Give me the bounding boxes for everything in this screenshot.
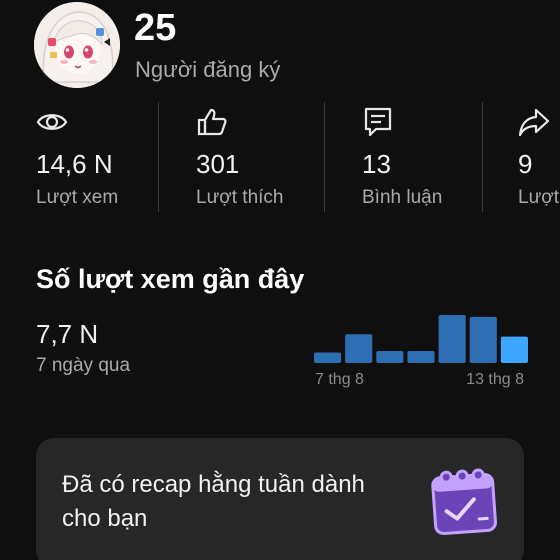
stat-label: Lượt xem [36,187,119,208]
chart-bar [376,351,404,363]
stat-label: Lượt chia sẻ [518,187,560,208]
channel-avatar[interactable] [34,2,120,88]
chart-bar [469,316,497,363]
comment-icon [364,107,392,137]
chart-bar [407,351,435,363]
channel-analytics-screen: 25 Người đăng ký 14,6 N Lượt xem 301 Lượ… [0,0,560,560]
stat-label: Bình luận [362,187,443,208]
recent-views-title: Số lượt xem gần đây [36,264,305,294]
thumbs-up-icon [197,108,227,136]
chart-bar [500,336,528,363]
share-icon [518,108,550,137]
recent-views-chart[interactable]: 7 thg 8 13 thg 8 [314,306,528,388]
subscriber-count: 25 [134,7,177,49]
recent-views-value: 7,7 N [36,319,99,349]
stat-divider [158,102,159,212]
chart-bar [438,315,466,363]
stat-views[interactable]: 14,6 N Lượt xem [36,100,156,212]
anime-avatar-icon [34,2,120,88]
stat-label: Lượt thích [196,187,284,208]
stat-value: 9 [518,149,533,179]
eye-icon [36,114,68,130]
weekly-calendar-icon [431,468,497,535]
x-tick-label: 13 thg 8 [466,371,524,388]
x-tick-label: 7 thg 8 [315,371,364,388]
recent-views-period: 7 ngày qua [36,355,131,376]
weekly-recap-card[interactable]: Đã có recap hằng tuần dành cho bạn [36,438,524,560]
stat-divider [324,102,325,212]
stat-comments[interactable]: 13 Bình luận [362,100,482,212]
stats-row: 14,6 N Lượt xem 301 Lượt thích 13 Bình l… [0,100,560,212]
stat-shares[interactable]: 9 Lượt chia sẻ [518,100,560,212]
stat-value: 14,6 N [36,149,113,179]
subscriber-label: Người đăng ký [135,57,281,82]
stat-value: 301 [196,149,240,179]
chart-bar [314,352,342,363]
chart-bar [345,334,373,363]
stat-value: 13 [362,149,391,179]
stat-likes[interactable]: 301 Lượt thích [196,100,316,212]
recap-text: Đã có recap hằng tuần dành cho bạn [62,471,365,532]
stat-divider [482,102,483,212]
